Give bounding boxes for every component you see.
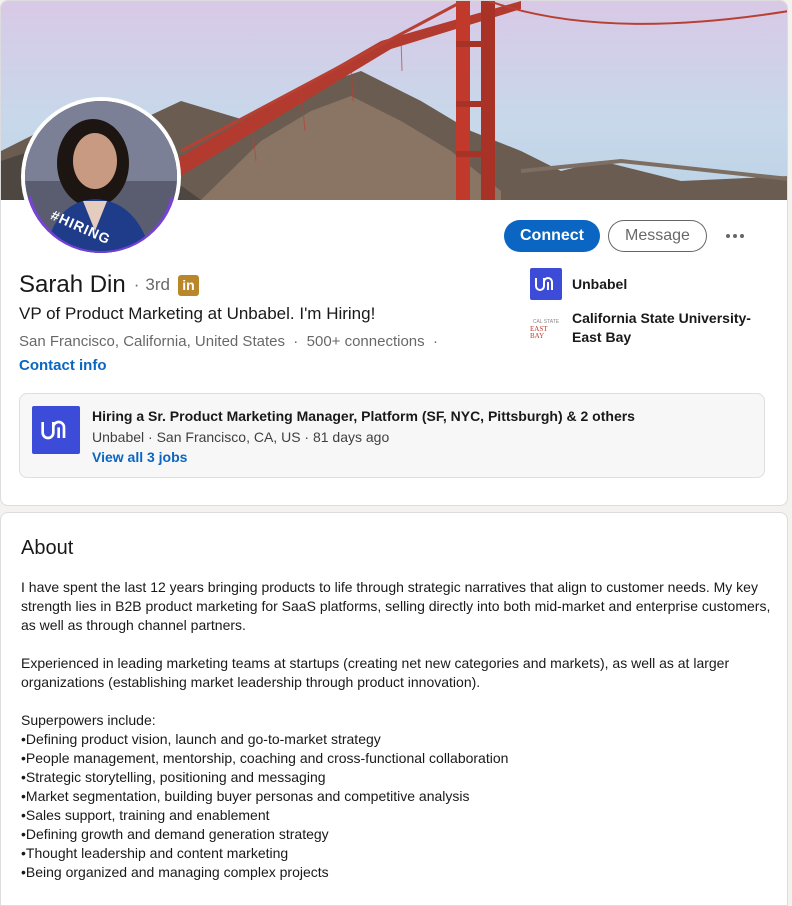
csu-logo-text: EAST BAY [530, 324, 548, 340]
about-paragraph: Experienced in leading marketing teams a… [21, 655, 730, 690]
list-item: Being organized and managing complex pro… [21, 863, 771, 882]
list-item: Defining product vision, launch and go-t… [21, 730, 771, 749]
superpowers-list: Defining product vision, launch and go-t… [21, 730, 771, 882]
contact-info-link[interactable]: Contact info [19, 357, 107, 374]
list-item: People management, mentorship, coaching … [21, 749, 771, 768]
org-csu-east-bay[interactable]: CAL STATE EAST BAY California State Univ… [530, 309, 762, 347]
connection-degree: 3rd [145, 275, 170, 294]
degree-separator: · [133, 275, 140, 294]
hiring-banner[interactable]: Hiring a Sr. Product Marketing Manager, … [19, 393, 765, 478]
about-card: About I have spent the last 12 years bri… [0, 512, 788, 906]
unbabel-logo-icon [530, 268, 562, 300]
more-actions-button[interactable] [717, 222, 753, 250]
about-paragraph: I have spent the last 12 years bringing … [21, 579, 771, 633]
connections-count[interactable]: 500+ connections [307, 333, 425, 350]
more-dots-icon [726, 234, 730, 238]
profile-location: San Francisco, California, United States [19, 333, 285, 350]
org-name: Unbabel [572, 276, 628, 292]
profile-headline: VP of Product Marketing at Unbabel. I'm … [19, 304, 376, 323]
list-item: Thought leadership and content marketing [21, 844, 771, 863]
view-all-jobs-link[interactable]: View all 3 jobs [92, 449, 187, 465]
linkedin-premium-icon: in [177, 274, 199, 296]
list-item: Sales support, training and enablement [21, 806, 771, 825]
list-item: Market segmentation, building buyer pers… [21, 787, 771, 806]
name-row: Sarah Din · 3rd in [19, 271, 199, 299]
profile-name: Sarah Din [19, 271, 126, 298]
csu-logo-icon: CAL STATE EAST BAY [530, 309, 562, 341]
superpowers-label: Superpowers include: [21, 712, 156, 728]
hiring-title[interactable]: Hiring a Sr. Product Marketing Manager, … [92, 408, 635, 424]
location-row: San Francisco, California, United States… [19, 333, 438, 350]
unbabel-logo-icon [32, 406, 80, 454]
about-text: I have spent the last 12 years bringing … [21, 578, 771, 882]
connect-button[interactable]: Connect [504, 220, 600, 252]
org-unbabel[interactable]: Unbabel [530, 268, 762, 300]
org-name: California State University-East Bay [572, 310, 751, 345]
profile-card: #HIRING Connect Message Sarah Din · 3rd … [0, 0, 788, 506]
about-title: About [21, 537, 74, 559]
hiring-subtitle: Unbabel · San Francisco, CA, US · 81 day… [92, 429, 390, 445]
message-button[interactable]: Message [608, 220, 707, 252]
list-item: Strategic storytelling, positioning and … [21, 768, 771, 787]
list-item: Defining growth and demand generation st… [21, 825, 771, 844]
profile-photo[interactable]: #HIRING [21, 97, 181, 257]
